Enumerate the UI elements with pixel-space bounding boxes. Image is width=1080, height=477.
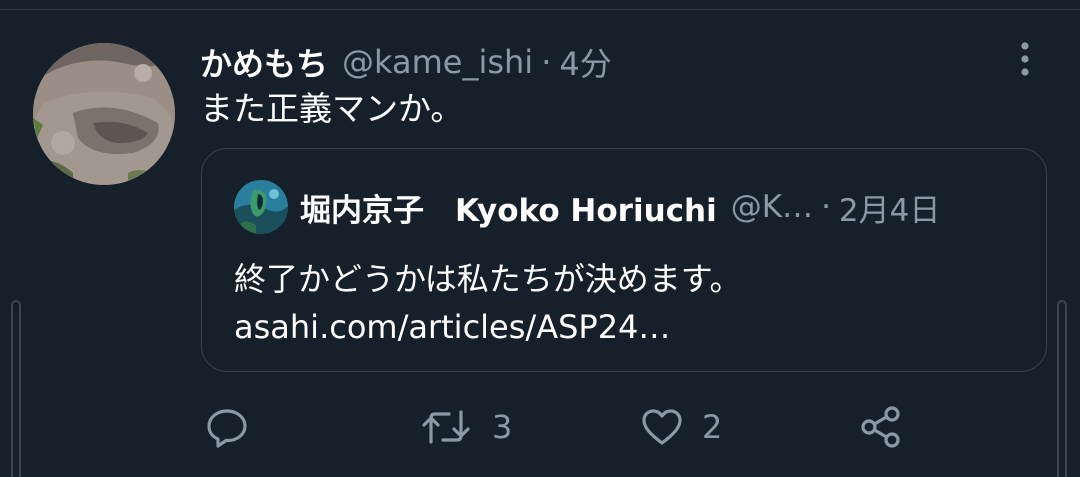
quoted-header-separator: · xyxy=(821,189,831,225)
reply-icon xyxy=(205,405,249,449)
header-separator: · xyxy=(541,43,552,81)
author-avatar[interactable] xyxy=(33,43,175,185)
retweet-icon xyxy=(422,405,470,449)
top-divider xyxy=(0,9,1080,10)
reply-button[interactable] xyxy=(205,400,249,454)
retweet-count: 3 xyxy=(492,408,513,446)
tweet-header: かめもち @kame_ishi · 4分 xyxy=(200,38,612,86)
tweet-screen: かめもち @kame_ishi · 4分 また正義マンか。 堀内京子 Kyoko… xyxy=(0,0,1080,477)
quoted-tweet-card[interactable]: 堀内京子 Kyoko Horiuchi @K… · 2月4日 終了かどうかは私た… xyxy=(201,148,1047,372)
quoted-author-handle[interactable]: @K… xyxy=(731,189,813,225)
share-button[interactable] xyxy=(858,400,904,454)
quoted-author-avatar[interactable] xyxy=(234,180,288,234)
quoted-tweet-header: 堀内京子 Kyoko Horiuchi @K… · 2月4日 xyxy=(300,183,940,231)
quoted-author-display-name[interactable]: 堀内京子 Kyoko Horiuchi xyxy=(300,185,717,230)
tweet-text: また正義マンか。 xyxy=(200,89,464,128)
heart-icon xyxy=(640,405,684,449)
like-button[interactable]: 2 xyxy=(640,400,722,454)
more-vertical-icon[interactable] xyxy=(1010,40,1040,80)
retweet-button[interactable]: 3 xyxy=(422,400,512,454)
tweet-action-bar: 3 2 xyxy=(0,400,1080,454)
author-handle[interactable]: @kame_ishi xyxy=(342,43,533,81)
tweet-timestamp[interactable]: 4分 xyxy=(559,39,611,85)
share-icon xyxy=(858,404,904,450)
like-count: 2 xyxy=(702,408,723,446)
author-display-name[interactable]: かめもち xyxy=(200,39,328,85)
quoted-tweet-date[interactable]: 2月4日 xyxy=(839,185,940,230)
quoted-tweet-text: 終了かどうかは私たちが決めます。asahi.com/articles/ASP24… xyxy=(234,260,742,346)
